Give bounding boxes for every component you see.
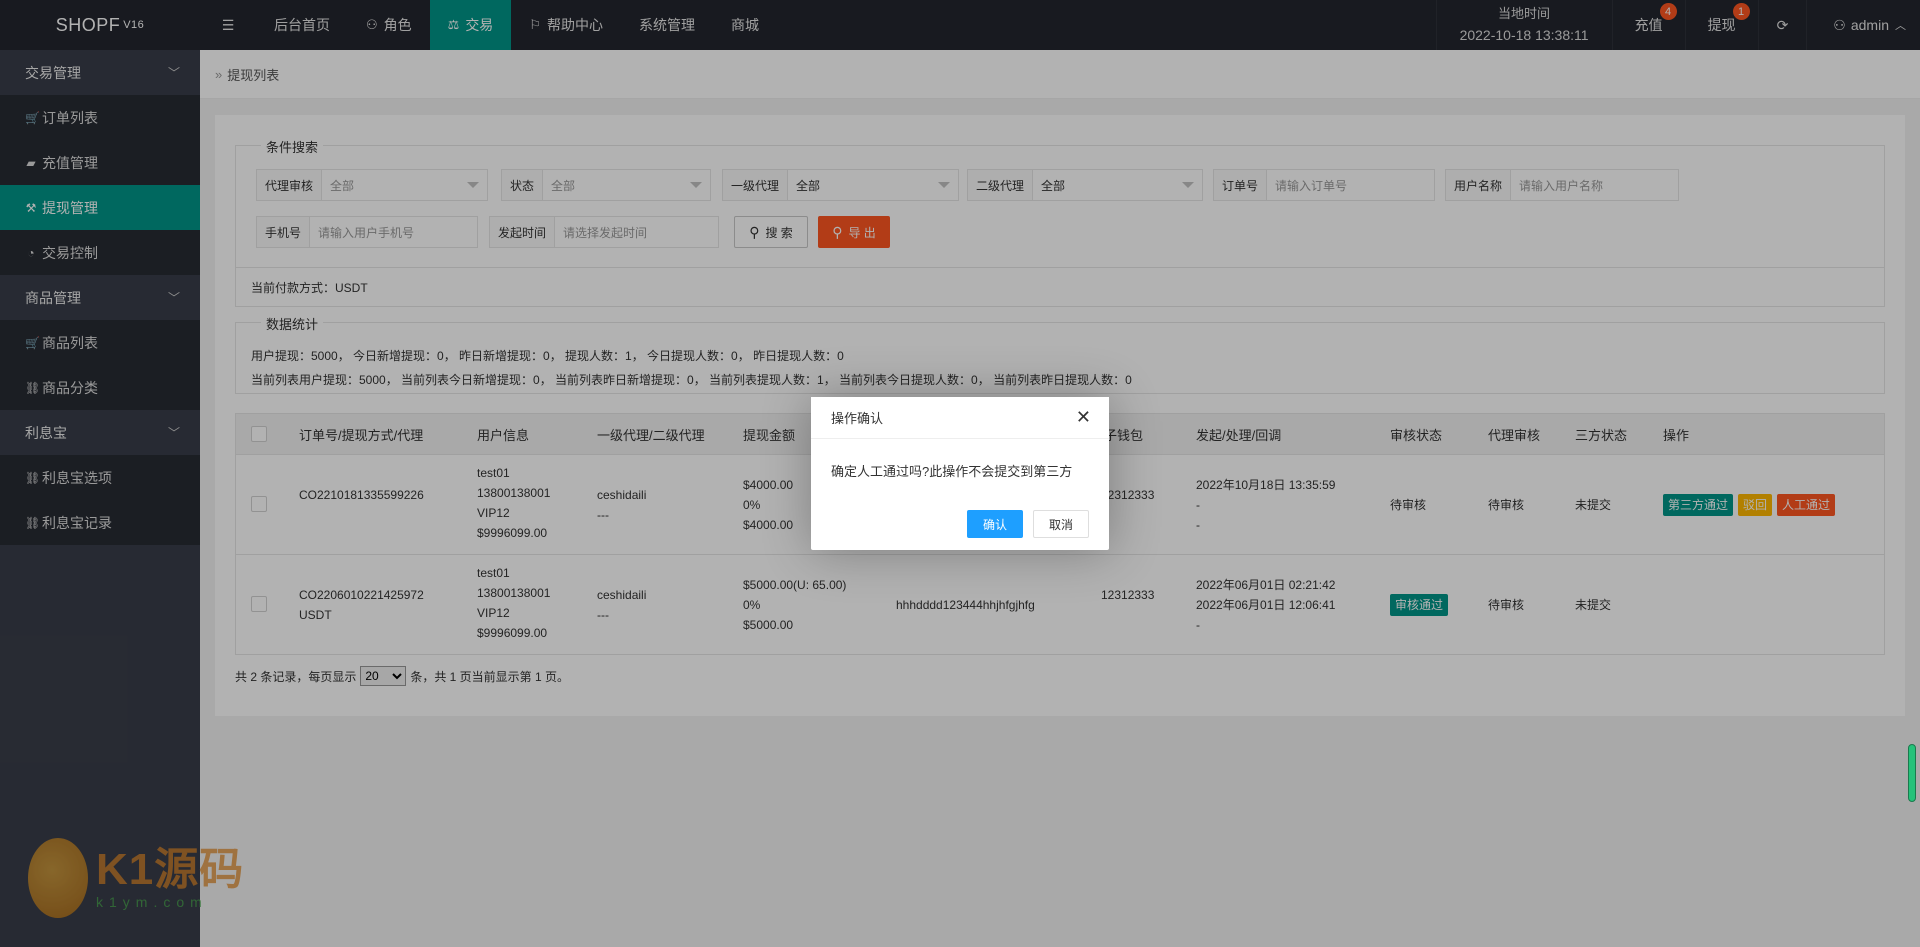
scroll-handle[interactable] <box>1908 744 1916 802</box>
dialog-title: 操作确认 <box>831 411 884 426</box>
confirm-dialog: 操作确认 ✕ 确定人工通过吗?此操作不会提交到第三方 确认 取消 <box>811 397 1109 550</box>
dialog-buttons: 确认 取消 <box>957 510 1089 538</box>
cancel-button[interactable]: 取消 <box>1032 510 1089 538</box>
close-icon[interactable]: ✕ <box>1076 408 1091 426</box>
dialog-header: 操作确认 ✕ <box>811 397 1109 439</box>
dialog-message: 确定人工通过吗?此操作不会提交到第三方 <box>831 464 1073 479</box>
confirm-button[interactable]: 确认 <box>966 510 1023 538</box>
